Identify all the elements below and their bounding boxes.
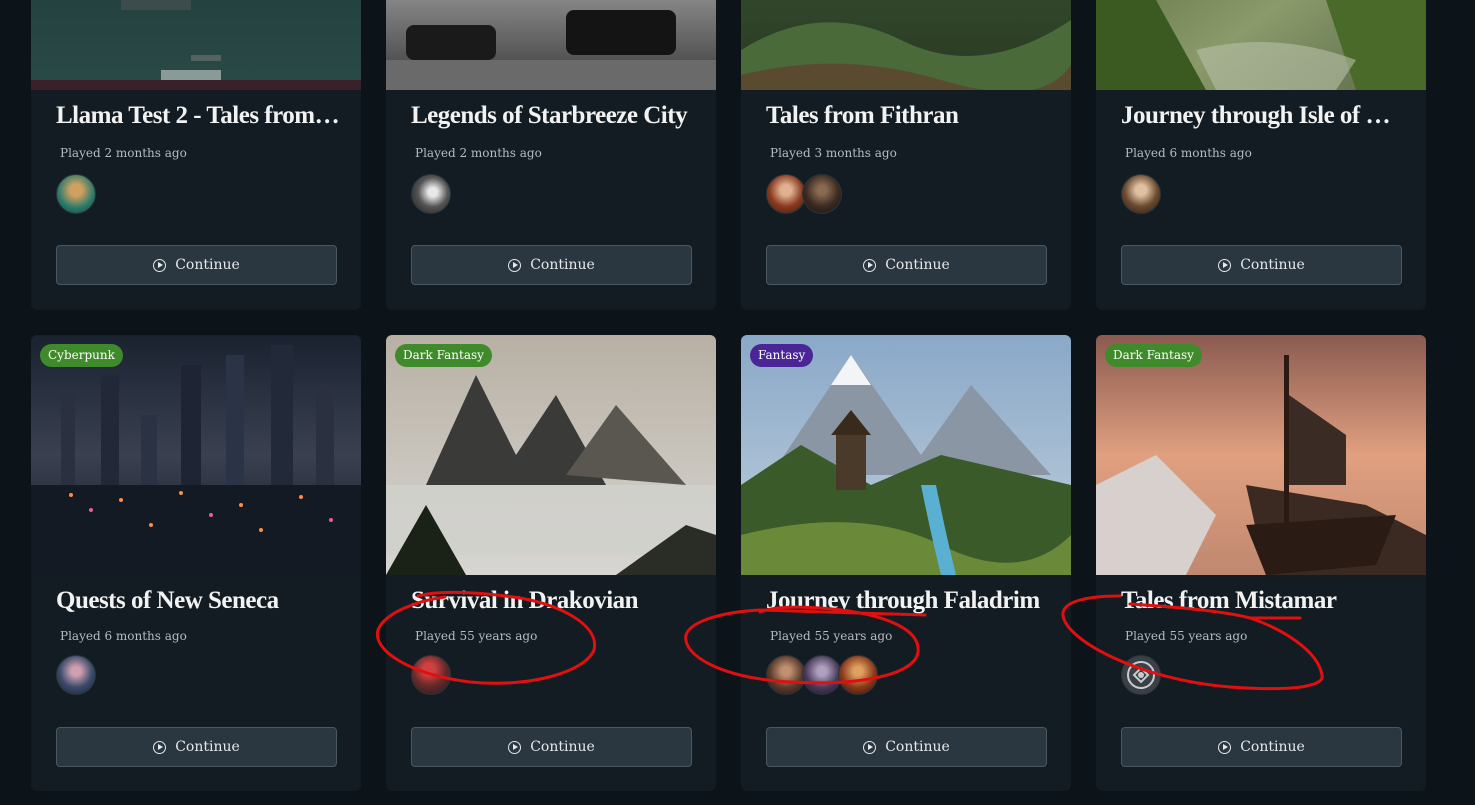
last-played-text: Played 2 months ago [415, 146, 542, 160]
continue-button[interactable]: Continue [1121, 245, 1402, 285]
continue-label: Continue [175, 257, 240, 273]
avatar [411, 655, 451, 695]
story-title[interactable]: Tales from Fithran [766, 102, 1051, 130]
story-title[interactable]: Journey through Isle of Una... [1121, 102, 1406, 130]
continue-label: Continue [885, 739, 950, 755]
story-card[interactable]: Llama Test 2 - Tales from X... Played 2 … [31, 0, 361, 310]
story-card[interactable]: Fantasy Journey through Faladrim Played … [741, 335, 1071, 791]
player-avatars [766, 655, 878, 695]
continue-button[interactable]: Continue [766, 245, 1047, 285]
play-circle-icon [863, 258, 877, 272]
last-played-text: Played 55 years ago [1125, 629, 1248, 643]
continue-button[interactable]: Continue [56, 245, 337, 285]
play-circle-icon [153, 740, 167, 754]
story-thumbnail[interactable]: Dark Fantasy [386, 335, 716, 575]
play-circle-icon [863, 740, 877, 754]
continue-button[interactable]: Continue [766, 727, 1047, 767]
continue-button[interactable]: Continue [411, 245, 692, 285]
story-title[interactable]: Tales from Mistamar [1121, 587, 1406, 615]
story-card[interactable]: Tales from Fithran Played 3 months ago C… [741, 0, 1071, 310]
story-thumbnail[interactable] [1096, 0, 1426, 90]
story-image [741, 0, 1071, 90]
player-avatars [1121, 655, 1161, 695]
play-circle-icon [508, 740, 522, 754]
avatar [838, 655, 878, 695]
player-avatars [1121, 174, 1161, 214]
story-title[interactable]: Survival in Drakovian [411, 587, 696, 615]
last-played-text: Played 6 months ago [60, 629, 187, 643]
last-played-text: Played 55 years ago [415, 629, 538, 643]
story-image [1096, 335, 1426, 575]
story-image [741, 335, 1071, 575]
story-image [31, 0, 361, 90]
continue-button[interactable]: Continue [411, 727, 692, 767]
avatar [411, 174, 451, 214]
genre-badge: Fantasy [750, 344, 814, 367]
story-image [386, 0, 716, 90]
continue-label: Continue [175, 739, 240, 755]
story-image [1096, 0, 1426, 90]
story-card[interactable]: Dark Fantasy Survival in Drakovian Playe… [386, 335, 716, 791]
story-thumbnail[interactable]: Dark Fantasy [1096, 335, 1426, 575]
genre-badge: Dark Fantasy [1105, 344, 1202, 367]
story-thumbnail[interactable] [31, 0, 361, 90]
player-avatars [411, 655, 451, 695]
app-logo-icon [1127, 661, 1155, 689]
avatar [802, 174, 842, 214]
player-avatars [56, 174, 96, 214]
avatar [56, 655, 96, 695]
avatar [766, 174, 806, 214]
story-thumbnail[interactable] [386, 0, 716, 90]
story-image [31, 335, 361, 575]
play-circle-icon [1218, 740, 1232, 754]
avatar [56, 174, 96, 214]
last-played-text: Played 55 years ago [770, 629, 893, 643]
last-played-text: Played 3 months ago [770, 146, 897, 160]
continue-label: Continue [885, 257, 950, 273]
genre-badge: Dark Fantasy [395, 344, 492, 367]
last-played-text: Played 2 months ago [60, 146, 187, 160]
story-title[interactable]: Legends of Starbreeze City [411, 102, 696, 130]
continue-button[interactable]: Continue [56, 727, 337, 767]
play-circle-icon [153, 258, 167, 272]
play-circle-icon [508, 258, 522, 272]
continue-label: Continue [1240, 257, 1305, 273]
story-card[interactable]: Dark Fantasy Tales from Mistamar Played … [1096, 335, 1426, 791]
story-card[interactable]: Cyberpunk Quests of New Seneca Played 6 … [31, 335, 361, 791]
avatar [802, 655, 842, 695]
avatar [766, 655, 806, 695]
story-title[interactable]: Quests of New Seneca [56, 587, 341, 615]
avatar [1121, 655, 1161, 695]
genre-badge: Cyberpunk [40, 344, 123, 367]
story-card[interactable]: Journey through Isle of Una... Played 6 … [1096, 0, 1426, 310]
player-avatars [766, 174, 842, 214]
story-card[interactable]: Legends of Starbreeze City Played 2 mont… [386, 0, 716, 310]
continue-label: Continue [530, 739, 595, 755]
player-avatars [56, 655, 96, 695]
story-thumbnail[interactable]: Fantasy [741, 335, 1071, 575]
continue-label: Continue [530, 257, 595, 273]
story-thumbnail[interactable] [741, 0, 1071, 90]
player-avatars [411, 174, 451, 214]
story-thumbnail[interactable]: Cyberpunk [31, 335, 361, 575]
story-title[interactable]: Llama Test 2 - Tales from X... [56, 102, 341, 130]
continue-button[interactable]: Continue [1121, 727, 1402, 767]
last-played-text: Played 6 months ago [1125, 146, 1252, 160]
story-image [386, 335, 716, 575]
play-circle-icon [1218, 258, 1232, 272]
story-title[interactable]: Journey through Faladrim [766, 587, 1051, 615]
continue-label: Continue [1240, 739, 1305, 755]
avatar [1121, 174, 1161, 214]
